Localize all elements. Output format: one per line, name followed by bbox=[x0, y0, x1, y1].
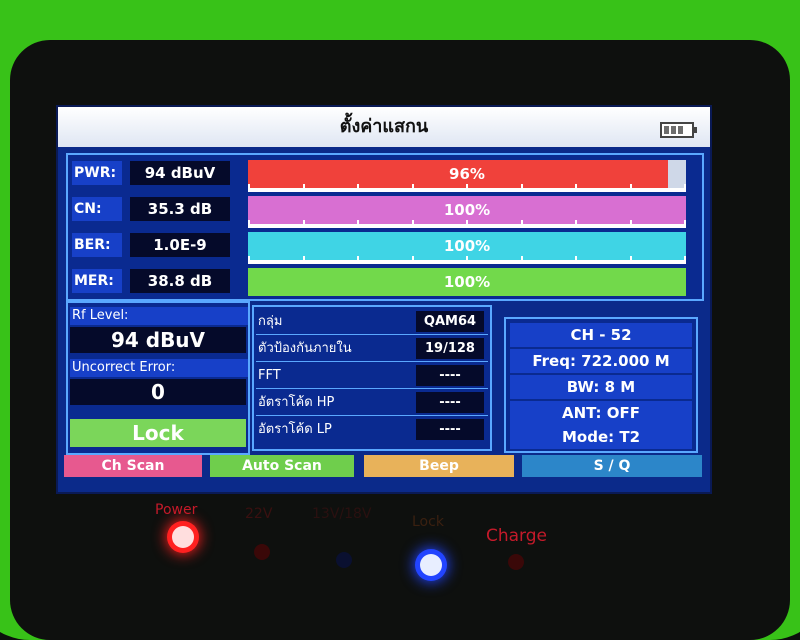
scale-tick bbox=[248, 220, 250, 228]
antenna-status: ANT: OFF bbox=[510, 401, 692, 425]
meter-row-mer: MER: 38.8 dB 100% bbox=[68, 265, 702, 301]
meter-value: 1.0E-9 bbox=[130, 233, 230, 257]
scale-tick bbox=[520, 220, 523, 228]
scale-tick bbox=[302, 220, 305, 228]
13v18v-led-label: 13V/18V bbox=[312, 506, 372, 522]
info-row: FFT ---- bbox=[256, 363, 488, 389]
22v-led bbox=[254, 544, 270, 560]
meter-label: PWR: bbox=[72, 161, 122, 185]
scale-tick bbox=[302, 256, 305, 264]
ch-scan-button[interactable]: Ch Scan bbox=[64, 455, 202, 477]
scale-tick bbox=[466, 220, 468, 228]
frequency: Freq: 722.000 M bbox=[510, 349, 692, 373]
meter-label: BER: bbox=[72, 233, 122, 257]
meter-value: 38.8 dB bbox=[130, 269, 230, 293]
rf-level-panel: Rf Level: 94 dBuV Uncorrect Error: 0 Loc… bbox=[66, 301, 250, 455]
scale-tick bbox=[520, 256, 523, 264]
scale-tick bbox=[411, 184, 414, 192]
info-row: อัตราโค้ด LP ---- bbox=[256, 417, 488, 442]
scale-tick bbox=[629, 184, 632, 192]
meter-scale bbox=[248, 256, 686, 264]
sq-button[interactable]: S / Q bbox=[522, 455, 702, 477]
meter-value: 35.3 dB bbox=[130, 197, 230, 221]
scale-tick bbox=[684, 256, 686, 264]
channel-number: CH - 52 bbox=[510, 323, 692, 347]
beep-button[interactable]: Beep bbox=[364, 455, 514, 477]
meter-value: 94 dBuV bbox=[130, 161, 230, 185]
uncorrect-error-value: 0 bbox=[70, 379, 246, 405]
battery-icon bbox=[660, 122, 697, 138]
scale-tick bbox=[629, 256, 632, 264]
meter-row-ber: BER: 1.0E-9 100% bbox=[68, 229, 702, 265]
scale-tick bbox=[575, 220, 577, 228]
modulation-panel: กลุ่ม QAM64 ตัวป้องกันภายใน 19/128 FFT -… bbox=[252, 305, 492, 451]
lock-led-label: Lock bbox=[412, 514, 444, 530]
info-value: ---- bbox=[416, 392, 484, 413]
scale-tick bbox=[248, 256, 250, 264]
scale-tick bbox=[357, 256, 359, 264]
lock-status: Lock bbox=[70, 419, 246, 447]
info-value: QAM64 bbox=[416, 311, 484, 332]
scale-tick bbox=[684, 220, 686, 228]
signal-meter-panel: PWR: 94 dBuV 96% CN: 35.3 dB 100% BER: 1… bbox=[66, 153, 704, 301]
info-label: อัตราโค้ด HP bbox=[258, 395, 335, 410]
rf-level-label: Rf Level: bbox=[70, 307, 248, 325]
info-label: FFT bbox=[258, 368, 281, 383]
info-label: อัตราโค้ด LP bbox=[258, 422, 332, 437]
meter-scale bbox=[248, 184, 686, 192]
info-label: กลุ่ม bbox=[258, 314, 283, 329]
info-row: ตัวป้องกันภายใน 19/128 bbox=[256, 336, 488, 362]
meter-scale bbox=[248, 220, 686, 228]
meter-label: MER: bbox=[72, 269, 122, 293]
info-row: อัตราโค้ด HP ---- bbox=[256, 390, 488, 416]
bandwidth: BW: 8 M bbox=[510, 375, 692, 399]
scale-tick bbox=[629, 220, 632, 228]
scale-tick bbox=[302, 184, 305, 192]
scale-tick bbox=[357, 184, 359, 192]
scale-tick bbox=[466, 256, 468, 264]
meter-row-cn: CN: 35.3 dB 100% bbox=[68, 193, 702, 229]
info-label: ตัวป้องกันภายใน bbox=[258, 341, 352, 356]
rf-level-value: 94 dBuV bbox=[70, 327, 246, 353]
info-row: กลุ่ม QAM64 bbox=[256, 309, 488, 335]
auto-scan-button[interactable]: Auto Scan bbox=[210, 455, 354, 477]
meter-bar: 96% bbox=[248, 160, 686, 192]
meter-screen: ตั้งค่าแสกน PWR: 94 dBuV 96% CN: 35.3 dB… bbox=[56, 105, 712, 494]
charge-led-label: Charge bbox=[486, 526, 548, 546]
info-value: ---- bbox=[416, 365, 484, 386]
meter-row-pwr: PWR: 94 dBuV 96% bbox=[68, 157, 702, 193]
meter-bar: 100% bbox=[248, 232, 686, 264]
scale-tick bbox=[684, 184, 686, 192]
scale-tick bbox=[575, 184, 577, 192]
lock-led bbox=[420, 554, 442, 576]
uncorrect-error-label: Uncorrect Error: bbox=[70, 359, 248, 377]
meter-percent: 100% bbox=[443, 273, 491, 291]
meter-bar: 100% bbox=[248, 196, 686, 228]
meter-bar: 100% bbox=[248, 268, 686, 296]
power-led bbox=[172, 526, 194, 548]
scale-tick bbox=[520, 184, 523, 192]
channel-info-panel: CH - 52 Freq: 722.000 M BW: 8 M ANT: OFF… bbox=[504, 317, 698, 453]
power-led-label: Power bbox=[155, 502, 198, 518]
scale-tick bbox=[411, 256, 414, 264]
scale-tick bbox=[575, 256, 577, 264]
softkey-bar: Ch Scan Auto Scan Beep S / Q bbox=[58, 455, 710, 485]
scale-tick bbox=[466, 184, 468, 192]
scale-tick bbox=[357, 220, 359, 228]
screen-title: ตั้งค่าแสกน bbox=[58, 107, 710, 147]
meter-label: CN: bbox=[72, 197, 122, 221]
info-value: ---- bbox=[416, 419, 484, 440]
scale-tick bbox=[248, 184, 250, 192]
info-value: 19/128 bbox=[416, 338, 484, 359]
charge-led bbox=[508, 554, 524, 570]
13v18v-led bbox=[336, 552, 352, 568]
scale-tick bbox=[411, 220, 414, 228]
22v-led-label: 22V bbox=[245, 506, 273, 522]
mode: Mode: T2 bbox=[510, 425, 692, 449]
